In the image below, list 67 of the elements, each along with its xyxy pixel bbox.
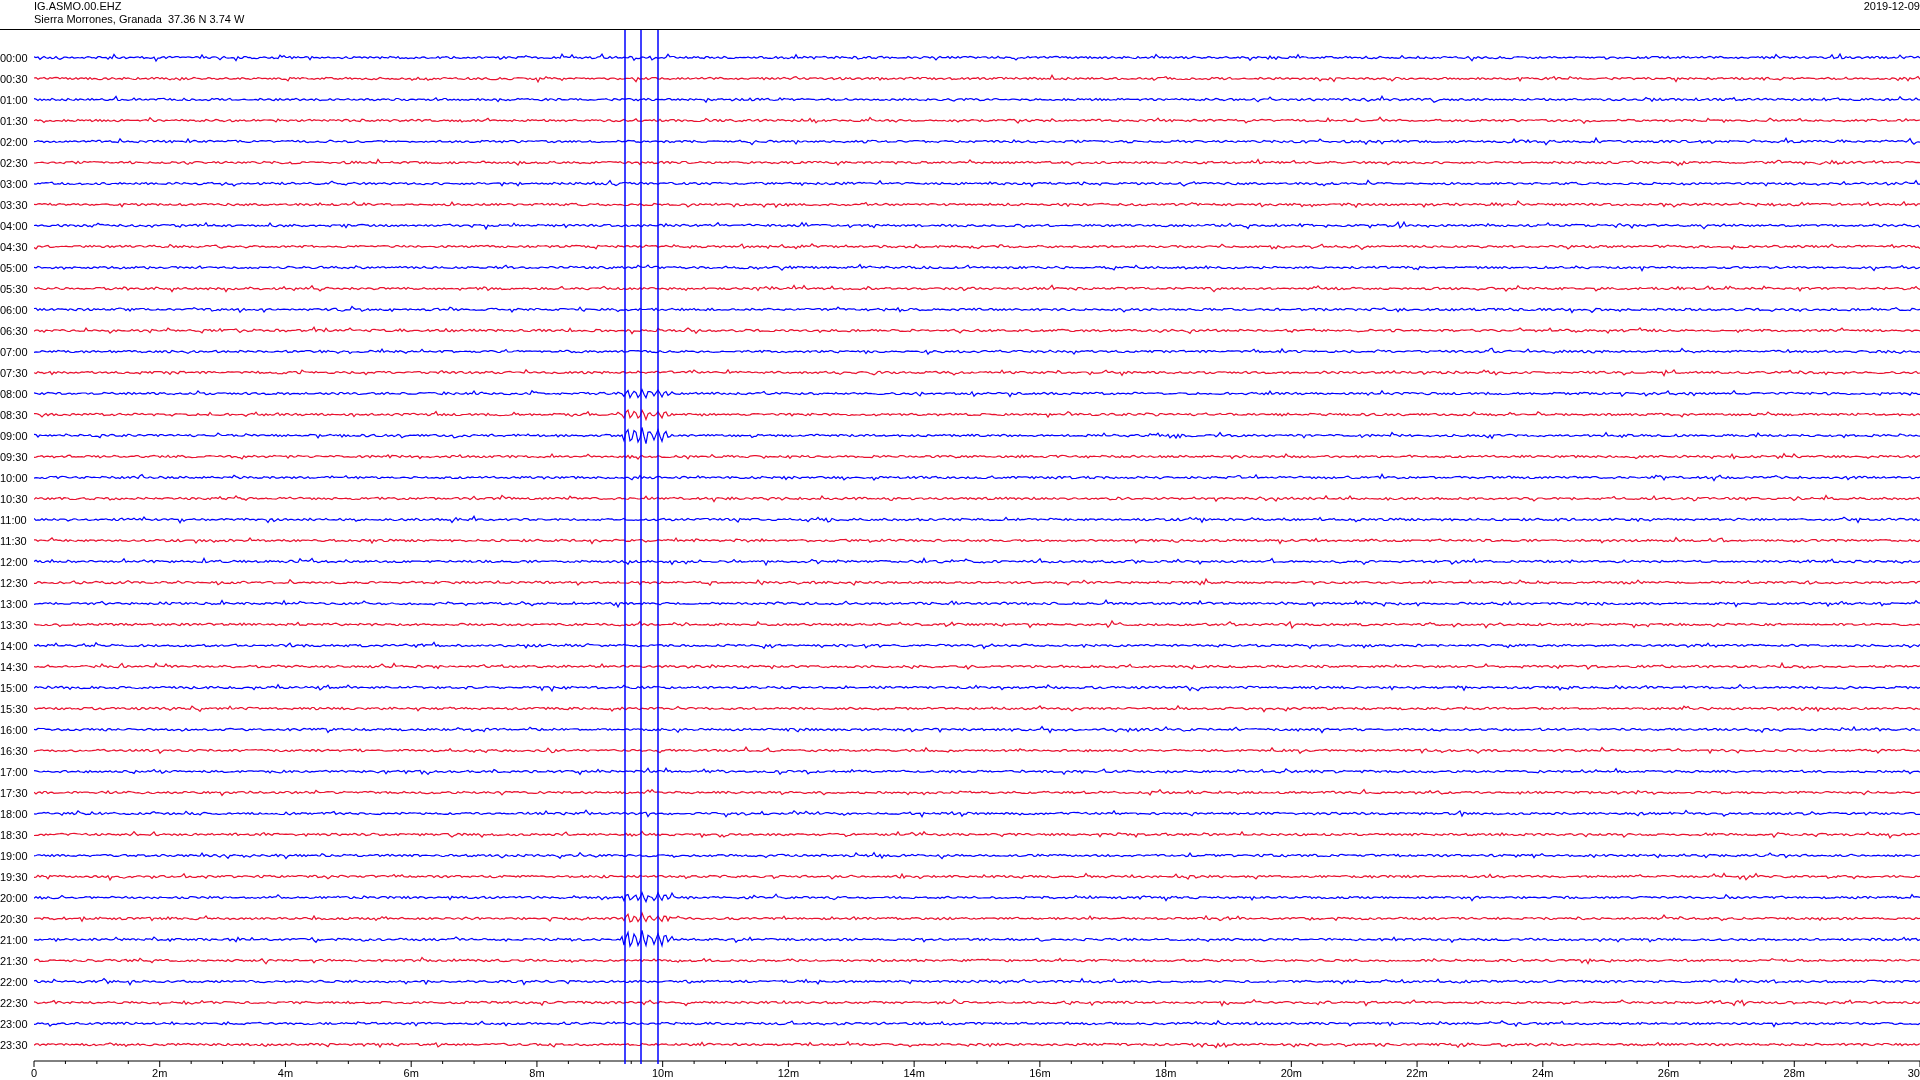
time-label: 21:00 <box>0 933 29 946</box>
axis-tick-label: 26m <box>1657 1067 1680 1079</box>
time-label: 19:00 <box>0 849 29 862</box>
time-label: 14:00 <box>0 639 29 652</box>
time-label: 13:30 <box>0 618 29 631</box>
time-label: 22:00 <box>0 975 29 988</box>
axis-tick-label: 30 <box>1907 1067 1920 1079</box>
station-code: IG.ASMO.00.EHZ <box>34 0 123 13</box>
axis-tick-label: 24m <box>1532 1067 1554 1079</box>
time-label: 03:00 <box>0 177 29 190</box>
time-label: 22:30 <box>0 996 29 1009</box>
time-label: 17:00 <box>0 765 29 778</box>
time-label: 00:00 <box>0 51 29 64</box>
time-label: 07:30 <box>0 366 29 379</box>
axis-tick-label: 8m <box>529 1067 545 1079</box>
axis-tick-label: 14m <box>903 1067 925 1079</box>
time-label: 18:30 <box>0 828 29 841</box>
time-label: 00:30 <box>0 72 29 85</box>
time-label: 12:30 <box>0 576 29 589</box>
time-label: 06:30 <box>0 324 29 337</box>
time-label: 01:00 <box>0 93 29 106</box>
time-label: 14:30 <box>0 660 29 673</box>
date-label: 2019-12-09 <box>1863 0 1920 13</box>
axis-tick-label: 6m <box>403 1067 419 1079</box>
time-label: 13:00 <box>0 597 29 610</box>
time-label: 10:30 <box>0 492 29 505</box>
time-label: 15:30 <box>0 702 29 715</box>
axis-tick-label: 28m <box>1783 1067 1805 1079</box>
station-location: Sierra Morrones, Granada 37.36 N 3.74 W <box>34 13 245 26</box>
time-label: 11:00 <box>0 513 28 526</box>
time-label: 12:00 <box>0 555 29 568</box>
time-label: 01:30 <box>0 114 29 127</box>
time-label: 07:00 <box>0 345 29 358</box>
time-label: 20:30 <box>0 912 29 925</box>
time-label: 02:30 <box>0 156 29 169</box>
time-label: 04:00 <box>0 219 29 232</box>
time-label: 02:00 <box>0 135 29 148</box>
time-label: 20:00 <box>0 891 29 904</box>
time-label: 23:00 <box>0 1017 29 1030</box>
time-label: 17:30 <box>0 786 29 799</box>
axis-tick-label: 10m <box>651 1067 674 1079</box>
axis-tick-label: 0 <box>30 1067 38 1079</box>
time-label: 10:00 <box>0 471 29 484</box>
time-label: 23:30 <box>0 1038 29 1051</box>
time-label: 11:30 <box>0 534 28 547</box>
time-label: 03:30 <box>0 198 29 211</box>
axis-tick-label: 12m <box>777 1067 800 1079</box>
time-label: 21:30 <box>0 954 29 967</box>
time-label: 16:30 <box>0 744 29 757</box>
time-label: 05:30 <box>0 282 29 295</box>
axis-tick-label: 4m <box>277 1067 294 1079</box>
axis-tick-label: 22m <box>1406 1067 1428 1079</box>
axis-tick-label: 20m <box>1280 1067 1303 1079</box>
time-label: 06:00 <box>0 303 29 316</box>
time-label: 16:00 <box>0 723 29 736</box>
time-label: 05:00 <box>0 261 29 274</box>
time-label: 04:30 <box>0 240 29 253</box>
time-label: 09:00 <box>0 429 29 442</box>
time-label: 15:00 <box>0 681 29 694</box>
time-label: 18:00 <box>0 807 29 820</box>
time-label: 08:30 <box>0 408 29 421</box>
time-label: 09:30 <box>0 450 29 463</box>
axis-tick-label: 18m <box>1154 1067 1177 1079</box>
axis-tick-label: 16m <box>1029 1067 1051 1079</box>
axis-tick-label: 2m <box>152 1067 168 1079</box>
time-label: 19:30 <box>0 870 29 883</box>
time-label: 08:00 <box>0 387 29 400</box>
